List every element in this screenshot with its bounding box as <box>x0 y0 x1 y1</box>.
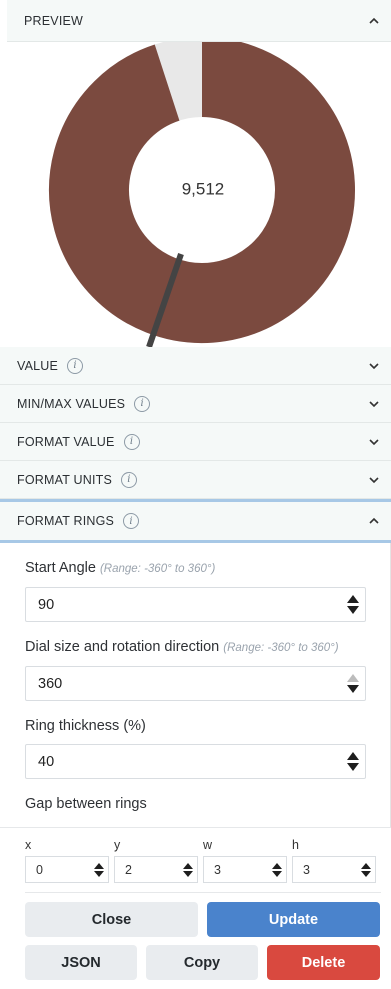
grid-x-label: x <box>25 838 32 852</box>
start-angle-label: Start Angle (Range: -360° to 360°) <box>25 560 216 576</box>
dial-size-stepper[interactable] <box>347 674 359 693</box>
stepper-up-icon[interactable] <box>361 862 371 869</box>
stepper-down-icon[interactable] <box>361 870 371 877</box>
preview-section-title: PREVIEW <box>24 13 84 28</box>
stepper-up-icon[interactable] <box>347 752 359 760</box>
copy-button[interactable]: Copy <box>146 945 258 980</box>
stepper-down-icon[interactable] <box>347 606 359 614</box>
ring-thickness-value[interactable]: 40 <box>38 754 54 770</box>
ring-thickness-label: Ring thickness (%) <box>25 718 146 734</box>
value-section-header[interactable]: VALUE i <box>0 347 391 385</box>
donut-gauge: 9,512 <box>49 37 355 348</box>
grid-y-input[interactable]: 2 <box>114 856 198 883</box>
chevron-up-icon[interactable] <box>367 514 381 528</box>
format-units-section-title: FORMAT UNITS <box>17 472 112 487</box>
delete-button[interactable]: Delete <box>267 945 380 980</box>
stepper-down-icon[interactable] <box>272 870 282 877</box>
stepper-down-icon[interactable] <box>347 763 359 771</box>
update-button[interactable]: Update <box>207 902 380 937</box>
chevron-down-icon[interactable] <box>367 359 381 373</box>
secondary-button-row: JSON Copy Delete <box>0 945 391 980</box>
stepper-down-icon[interactable] <box>347 685 359 693</box>
grid-h-label: h <box>292 838 299 852</box>
dial-size-label: Dial size and rotation direction (Range:… <box>25 639 339 655</box>
stepper-up-icon[interactable] <box>94 862 104 869</box>
grid-x-stepper[interactable] <box>94 862 104 877</box>
dial-size-value[interactable]: 360 <box>38 676 62 692</box>
format-rings-panel[interactable]: Start Angle (Range: -360° to 360°) 90 Di… <box>0 543 391 827</box>
grid-y-label: y <box>114 838 121 852</box>
chevron-down-icon[interactable] <box>367 397 381 411</box>
info-icon[interactable]: i <box>121 471 137 488</box>
start-angle-input[interactable]: 90 <box>25 587 366 622</box>
gauge-center-value: 9,512 <box>182 179 225 198</box>
format-rings-section-title: FORMAT RINGS <box>17 514 115 528</box>
stepper-up-icon[interactable] <box>347 674 359 682</box>
grid-w-stepper[interactable] <box>272 862 282 877</box>
format-value-section-title: FORMAT VALUE <box>17 434 115 449</box>
grid-h-input[interactable]: 3 <box>292 856 376 883</box>
info-icon[interactable]: i <box>67 357 84 374</box>
stepper-up-icon[interactable] <box>272 862 282 869</box>
grid-h-stepper[interactable] <box>361 862 371 877</box>
close-button[interactable]: Close <box>25 902 198 937</box>
dial-size-hint: (Range: -360° to 360°) <box>223 642 339 654</box>
stepper-up-icon[interactable] <box>347 595 359 603</box>
stepper-up-icon[interactable] <box>183 862 193 869</box>
format-value-section-header[interactable]: FORMAT VALUE i <box>0 423 391 461</box>
ring-thickness-stepper[interactable] <box>347 752 359 771</box>
grid-w-input[interactable]: 3 <box>203 856 287 883</box>
grid-w-label: w <box>203 838 213 852</box>
preview-section-header[interactable]: PREVIEW <box>7 0 391 42</box>
gap-between-rings-label: Gap between rings <box>25 796 147 812</box>
format-rings-section-header[interactable]: FORMAT RINGS i <box>0 499 391 543</box>
grid-y-stepper[interactable] <box>183 862 193 877</box>
preview-area: 9,512 <box>0 37 391 348</box>
info-icon[interactable]: i <box>123 513 140 529</box>
value-section-title: VALUE <box>17 358 59 373</box>
start-angle-value[interactable]: 90 <box>38 597 54 613</box>
ring-thickness-input[interactable]: 40 <box>25 744 366 779</box>
info-icon[interactable]: i <box>134 395 151 412</box>
minmax-section-header[interactable]: MIN/MAX VALUES i <box>0 385 391 423</box>
stepper-down-icon[interactable] <box>94 870 104 877</box>
grid-position: x y w h 0 2 3 3 <box>0 827 391 883</box>
chevron-up-icon[interactable] <box>367 14 381 28</box>
stepper-down-icon[interactable] <box>183 870 193 877</box>
primary-button-row: Close Update <box>0 902 391 937</box>
json-button[interactable]: JSON <box>25 945 137 980</box>
minmax-section-title: MIN/MAX VALUES <box>17 396 126 411</box>
chevron-down-icon[interactable] <box>367 435 381 449</box>
start-angle-stepper[interactable] <box>347 595 359 614</box>
grid-x-input[interactable]: 0 <box>25 856 109 883</box>
info-icon[interactable]: i <box>123 433 140 450</box>
chevron-down-icon[interactable] <box>367 473 381 487</box>
dial-size-input[interactable]: 360 <box>25 666 366 701</box>
start-angle-hint: (Range: -360° to 360°) <box>99 563 216 575</box>
format-units-section-header[interactable]: FORMAT UNITS i <box>0 461 391 499</box>
